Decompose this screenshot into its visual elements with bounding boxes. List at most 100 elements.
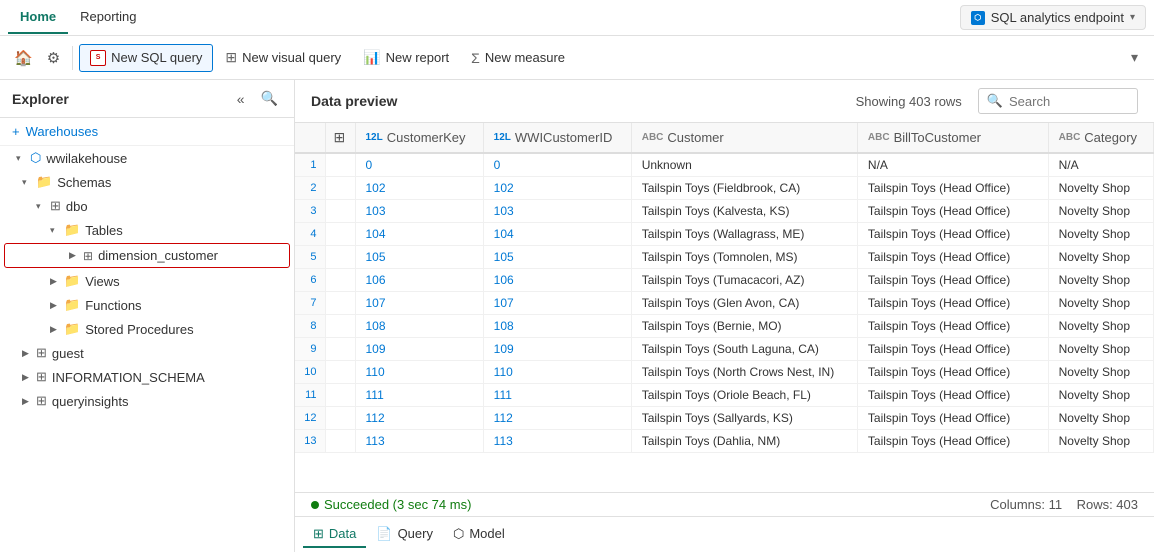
schema-icon: ⊞ — [36, 393, 47, 409]
row-num: 1 — [295, 153, 325, 177]
tree-item-dbo[interactable]: ▾ ⊞ dbo — [0, 194, 294, 218]
tab-data-label: Data — [329, 526, 356, 541]
tab-reporting[interactable]: Reporting — [68, 1, 148, 34]
row-num: 10 — [295, 361, 325, 384]
tree-label: dbo — [66, 199, 88, 214]
new-report-button[interactable]: 📊 New report — [353, 44, 459, 71]
functions-label: Functions — [85, 298, 141, 313]
row-num: 12 — [295, 407, 325, 430]
top-bar: Home Reporting ⬡ SQL analytics endpoint … — [0, 0, 1154, 36]
data-pane: Data preview Showing 403 rows 🔍 ⊞ — [295, 80, 1154, 552]
tree-label: INFORMATION_SCHEMA — [52, 370, 205, 385]
rows-info: Showing 403 rows — [856, 94, 962, 109]
cell-customer: Tailspin Toys (Tomnolen, MS) — [631, 246, 857, 269]
tab-query[interactable]: 📄 Query — [366, 522, 443, 548]
endpoint-button[interactable]: ⬡ SQL analytics endpoint ▾ — [960, 5, 1146, 30]
tree-item-views[interactable]: ▶ 📁 Views — [0, 269, 294, 293]
row-num: 8 — [295, 315, 325, 338]
row-grid — [325, 338, 355, 361]
settings-button[interactable]: ⚙ — [41, 44, 66, 72]
cell-wwicustomerid: 110 — [483, 361, 631, 384]
tree-label: wwilakehouse — [46, 151, 127, 166]
cell-customer: Tailspin Toys (Glen Avon, CA) — [631, 292, 857, 315]
tree-item-information-schema[interactable]: ▶ ⊞ INFORMATION_SCHEMA — [0, 365, 294, 389]
cell-customerkey: 105 — [355, 246, 483, 269]
lakehouse-icon: ⬡ — [30, 150, 41, 166]
sidebar-collapse-button[interactable]: « — [233, 89, 249, 109]
col-header-wwicustomerid[interactable]: 12L WWICustomerID — [483, 123, 631, 153]
sidebar-search-button[interactable]: 🔍 — [257, 88, 282, 109]
tab-home[interactable]: Home — [8, 1, 68, 34]
cell-billtocustomer: N/A — [857, 153, 1048, 177]
tree-item-schemas[interactable]: ▾ 📁 Schemas — [0, 170, 294, 194]
cell-customer: Tailspin Toys (Sallyards, KS) — [631, 407, 857, 430]
tree-item-stored-procedures[interactable]: ▶ 📁 Stored Procedures — [0, 317, 294, 341]
cell-category: Novelty Shop — [1048, 361, 1153, 384]
folder-icon: 📁 — [64, 297, 80, 313]
cell-billtocustomer: Tailspin Toys (Head Office) — [857, 430, 1048, 453]
tree-item-guest[interactable]: ▶ ⊞ guest — [0, 341, 294, 365]
row-grid — [325, 384, 355, 407]
tree-item-wwilakehouse[interactable]: ▾ ⬡ wwilakehouse — [0, 146, 294, 170]
row-num: 2 — [295, 177, 325, 200]
add-warehouses-label: Warehouses — [26, 124, 99, 139]
new-visual-query-label: New visual query — [242, 50, 341, 65]
rows-count: Rows: 403 — [1077, 497, 1138, 512]
data-pane-header: Data preview Showing 403 rows 🔍 — [295, 80, 1154, 123]
row-num: 7 — [295, 292, 325, 315]
table-container[interactable]: ⊞ 12L CustomerKey 12L WWICustomerID — [295, 123, 1154, 492]
row-grid — [325, 200, 355, 223]
tree-item-dimension-customer[interactable]: ▶ ⊞ dimension_customer — [4, 243, 290, 268]
row-grid — [325, 292, 355, 315]
report-icon: 📊 — [363, 49, 380, 66]
sidebar-title: Explorer — [12, 91, 69, 107]
cell-customerkey: 108 — [355, 315, 483, 338]
search-box[interactable]: 🔍 — [978, 88, 1138, 114]
cell-wwicustomerid: 111 — [483, 384, 631, 407]
folder-icon: 📁 — [36, 174, 52, 190]
row-grid — [325, 430, 355, 453]
toolbar-expand[interactable]: ▾ — [1123, 45, 1146, 70]
new-sql-query-button[interactable]: S New SQL query — [79, 44, 213, 72]
grid-icon: ⊞ — [313, 526, 324, 542]
chevron-down-icon: ▾ — [1130, 12, 1135, 23]
tree-item-tables[interactable]: ▾ 📁 Tables — [0, 218, 294, 242]
col-header-customerkey[interactable]: 12L CustomerKey — [355, 123, 483, 153]
row-num: 6 — [295, 269, 325, 292]
col-header-category[interactable]: ABC Category — [1048, 123, 1153, 153]
cell-billtocustomer: Tailspin Toys (Head Office) — [857, 269, 1048, 292]
schema-icon: ⊞ — [36, 369, 47, 385]
schema-icon: ⊞ — [36, 345, 47, 361]
cell-category: Novelty Shop — [1048, 292, 1153, 315]
tree-item-queryinsights[interactable]: ▶ ⊞ queryinsights — [0, 389, 294, 413]
row-num: 13 — [295, 430, 325, 453]
expand-arrow-icon: ▶ — [50, 324, 64, 335]
query-icon: 📄 — [376, 526, 392, 542]
home-icon-button[interactable]: 🏠 — [8, 44, 39, 72]
col-header-customer[interactable]: ABC Customer — [631, 123, 857, 153]
expand-arrow-icon: ▶ — [69, 250, 83, 261]
bottom-tabs: ⊞ Data 📄 Query ⬡ Model — [295, 516, 1154, 552]
expand-arrow-icon: ▾ — [22, 177, 36, 188]
new-visual-query-button[interactable]: ⊞ New visual query — [215, 44, 351, 71]
tab-data[interactable]: ⊞ Data — [303, 522, 366, 548]
add-warehouses-button[interactable]: + Warehouses — [0, 118, 294, 146]
cell-category: Novelty Shop — [1048, 269, 1153, 292]
search-input[interactable] — [1009, 94, 1129, 109]
row-grid — [325, 223, 355, 246]
cell-customerkey: 111 — [355, 384, 483, 407]
cell-category: Novelty Shop — [1048, 177, 1153, 200]
tree-item-functions[interactable]: ▶ 📁 Functions — [0, 293, 294, 317]
sidebar-header: Explorer « 🔍 — [0, 80, 294, 118]
col-header-billtocustomer[interactable]: ABC BillToCustomer — [857, 123, 1048, 153]
new-measure-button[interactable]: Σ New measure — [461, 45, 575, 71]
table-row: 3 103 103 Tailspin Toys (Kalvesta, KS) T… — [295, 200, 1154, 223]
tab-model[interactable]: ⬡ Model — [443, 522, 515, 548]
cell-customer: Tailspin Toys (Bernie, MO) — [631, 315, 857, 338]
folder-icon: 📁 — [64, 222, 80, 238]
cell-billtocustomer: Tailspin Toys (Head Office) — [857, 292, 1048, 315]
cell-billtocustomer: Tailspin Toys (Head Office) — [857, 177, 1048, 200]
table-row: 6 106 106 Tailspin Toys (Tumacacori, AZ)… — [295, 269, 1154, 292]
row-grid — [325, 361, 355, 384]
status-dot — [311, 501, 319, 509]
